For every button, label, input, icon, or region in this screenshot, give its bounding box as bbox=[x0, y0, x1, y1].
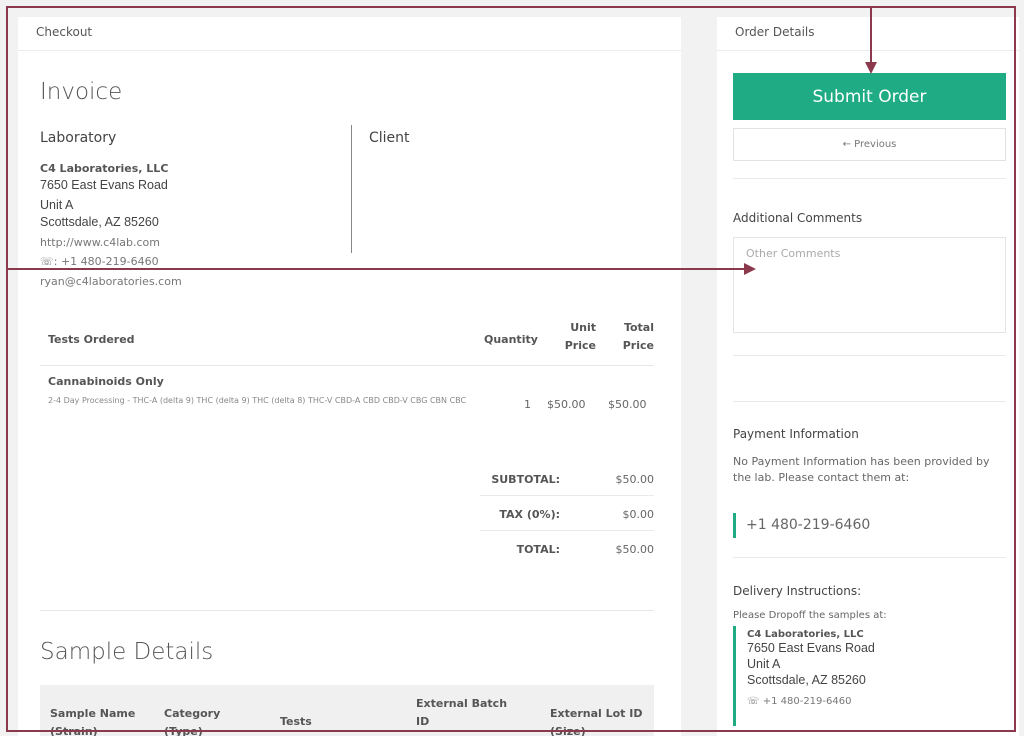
previous-button[interactable]: ← Previous bbox=[733, 128, 1006, 161]
vertical-divider bbox=[351, 125, 352, 253]
sample-col-lot-id: External Lot ID (Size) bbox=[550, 707, 643, 736]
sample-col-name: Sample Name (Strain) bbox=[50, 707, 136, 736]
lab-address-line1: 7650 East Evans Road bbox=[40, 178, 168, 192]
submit-order-button[interactable]: Submit Order bbox=[733, 73, 1006, 120]
checkout-header: Checkout bbox=[18, 17, 681, 51]
col-header-unit-price: Unit Price bbox=[564, 321, 596, 352]
invoice-title: Invoice bbox=[40, 79, 123, 105]
payment-information-heading: Payment Information bbox=[733, 427, 859, 441]
lab-name: C4 Laboratories, LLC bbox=[40, 162, 169, 175]
delivery-instructions-heading: Delivery Instructions: bbox=[733, 584, 862, 598]
sample-col-tests: Tests bbox=[280, 715, 312, 728]
test-total-price: $50.00 bbox=[608, 398, 647, 411]
delivery-phone-row: ☏ +1 480-219-6460 bbox=[747, 696, 875, 707]
tax-label: TAX (0%): bbox=[499, 508, 560, 521]
divider bbox=[733, 401, 1006, 402]
client-heading: Client bbox=[369, 130, 410, 146]
test-description: 2-4 Day Processing - THC-A (delta 9) THC… bbox=[48, 396, 467, 405]
sample-col-batch-id: External Batch ID bbox=[416, 697, 508, 728]
test-unit-price: $50.00 bbox=[547, 398, 586, 411]
col-header-tests: Tests Ordered bbox=[48, 333, 135, 346]
annotation-arrow-line bbox=[870, 6, 872, 64]
lab-address-line2: Unit A bbox=[40, 198, 74, 212]
delivery-address-line3: Scottsdale, AZ 85260 bbox=[747, 673, 866, 687]
phone-icon: ☏ bbox=[40, 255, 54, 268]
summary-divider bbox=[480, 495, 654, 496]
payment-phone: +1 480-219-6460 bbox=[733, 513, 870, 538]
order-details-header: Order Details bbox=[717, 17, 1019, 51]
order-details-panel: Order Details Submit Order ← Previous Ad… bbox=[717, 17, 1019, 736]
lab-address-line3: Scottsdale, AZ 85260 bbox=[40, 215, 159, 229]
divider bbox=[733, 178, 1006, 179]
total-value: $50.00 bbox=[615, 543, 655, 556]
laboratory-heading: Laboratory bbox=[40, 130, 117, 146]
delivery-phone: +1 480-219-6460 bbox=[762, 696, 852, 707]
lab-phone-row: ☏: +1 480-219-6460 bbox=[40, 255, 159, 268]
summary-divider bbox=[480, 530, 654, 531]
phone-icon: ☏ bbox=[747, 696, 760, 707]
delivery-address-line2: Unit A bbox=[747, 657, 781, 671]
sample-col-category: Category (Type) bbox=[164, 707, 221, 736]
divider bbox=[733, 557, 1006, 558]
delivery-text: Please Dropoff the samples at: bbox=[733, 610, 887, 621]
lab-email-link[interactable]: ryan@c4laboratories.com bbox=[40, 275, 182, 288]
test-quantity: 1 bbox=[524, 398, 531, 411]
divider bbox=[733, 355, 1006, 356]
sample-details-title: Sample Details bbox=[40, 639, 214, 665]
section-divider bbox=[40, 610, 654, 611]
annotation-arrow-line bbox=[6, 268, 746, 270]
delivery-address: C4 Laboratories, LLC 7650 East Evans Roa… bbox=[733, 626, 875, 726]
comments-input[interactable] bbox=[733, 237, 1006, 333]
total-label: TOTAL: bbox=[516, 543, 560, 556]
sample-table-header: Sample Name (Strain) Category (Type) Tes… bbox=[40, 685, 654, 736]
lab-website-link[interactable]: http://www.c4lab.com bbox=[40, 236, 160, 249]
delivery-lab-name: C4 Laboratories, LLC bbox=[747, 629, 864, 640]
subtotal-label: SUBTOTAL: bbox=[491, 473, 560, 486]
col-header-total-price: Total Price bbox=[622, 321, 654, 352]
payment-text: No Payment Information has been provided… bbox=[733, 455, 990, 484]
annotation-arrowhead bbox=[744, 263, 756, 275]
test-name: Cannabinoids Only bbox=[48, 375, 164, 388]
lab-phone[interactable]: +1 480-219-6460 bbox=[61, 255, 159, 268]
annotation-arrowhead bbox=[865, 62, 877, 74]
additional-comments-heading: Additional Comments bbox=[733, 211, 863, 225]
delivery-address-line1: 7650 East Evans Road bbox=[747, 641, 875, 655]
table-divider bbox=[40, 365, 654, 366]
tax-value: $0.00 bbox=[622, 508, 655, 521]
col-header-quantity: Quantity bbox=[484, 333, 538, 346]
subtotal-value: $50.00 bbox=[615, 473, 655, 486]
